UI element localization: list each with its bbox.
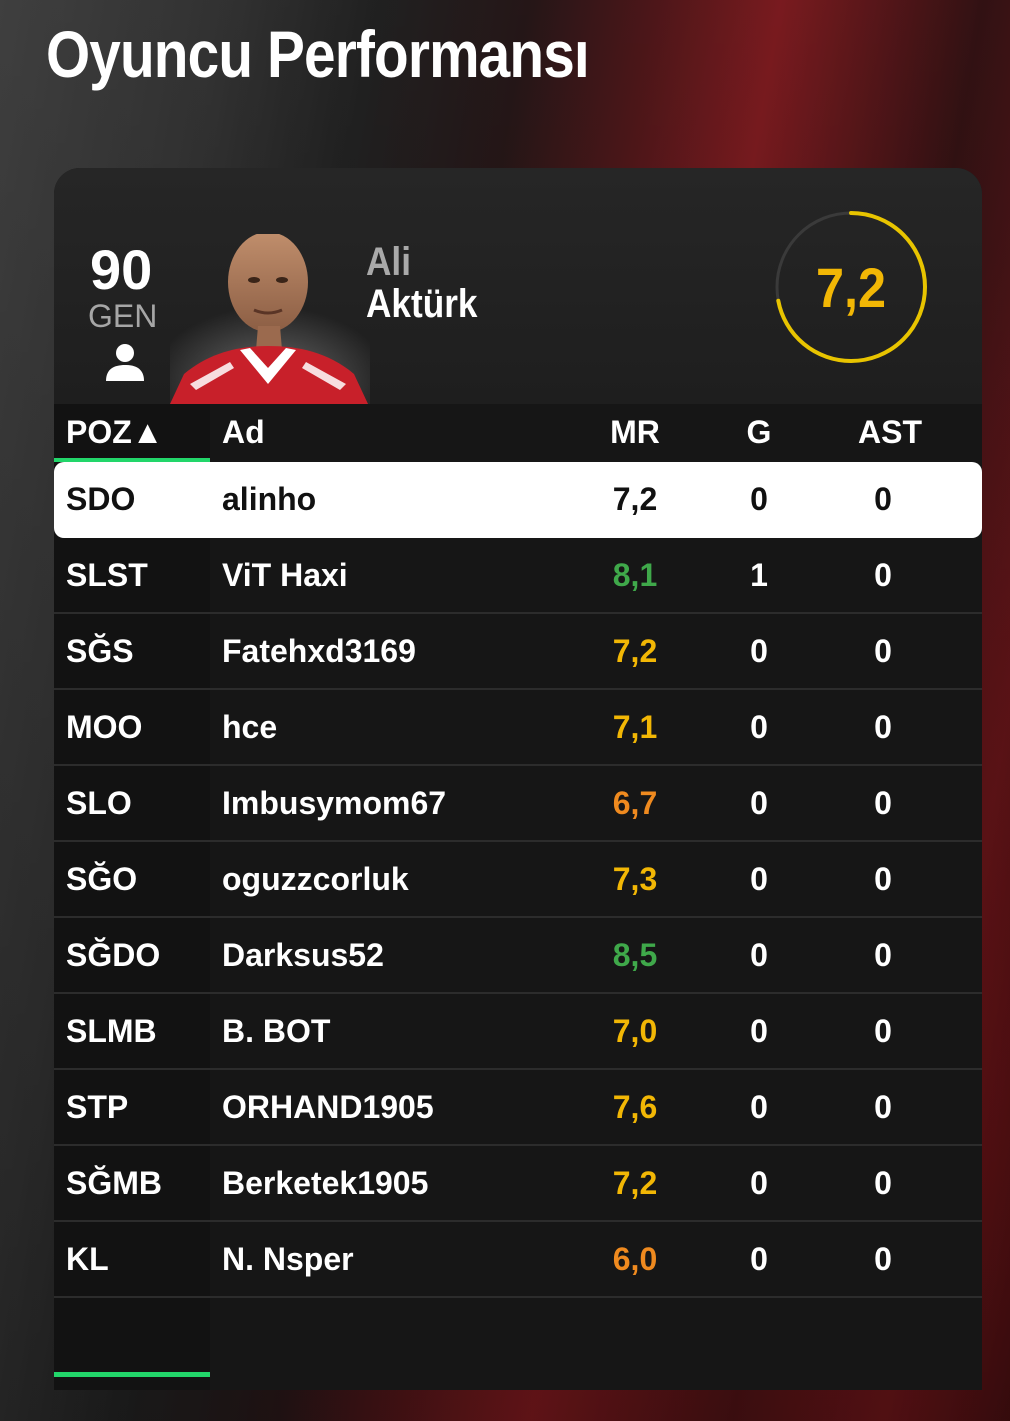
row-match-rating: 8,5 [612,937,658,973]
overall-label: GEN [88,298,158,334]
row-player-name: oguzzcorluk [222,861,409,897]
row-position: MOO [66,709,143,745]
row-match-rating: 7,6 [612,1089,658,1125]
row-goals: 0 [750,1089,768,1125]
row-match-rating: 7,2 [612,1165,658,1201]
row-position: SĞO [66,861,138,897]
row-assists: 0 [874,785,892,821]
row-goals: 0 [750,709,768,745]
row-match-rating: 6,0 [612,1241,658,1277]
row-match-rating: 7,3 [612,861,658,897]
player-list: SDO alinho 7,2 0 0 SLST ViT Haxi 8,1 1 0 SĞS Fatehx… [54,462,982,1298]
header-name[interactable]: Ad [222,414,265,451]
row-player-name: Darksus52 [222,937,384,973]
row-goals: 1 [750,557,768,593]
person-icon [106,344,144,381]
row-assists: 0 [874,937,892,973]
row-match-rating: 7,0 [612,1013,658,1049]
table-row[interactable]: SĞDO Darksus52 8,5 0 0 [54,918,982,994]
table-row[interactable]: SĞS Fatehxd3169 7,2 0 0 [54,614,982,690]
row-position: SLO [66,785,132,821]
table-row[interactable]: SLST ViT Haxi 8,1 1 0 [54,538,982,614]
table-row[interactable]: MOO hce 7,1 0 0 [54,690,982,766]
row-player-name: Imbusymom67 [222,785,447,821]
table-row[interactable]: SĞO oguzzcorluk 7,3 0 0 [54,842,982,918]
row-player-name: N. Nsper [222,1241,354,1277]
row-goals: 0 [750,1165,768,1201]
match-rating-value: 7,2 [815,255,887,319]
row-player-name: B. BOT [222,1013,331,1049]
header-goals[interactable]: G [734,414,784,451]
row-assists: 0 [874,1089,892,1125]
player-first-name: Ali [366,240,411,284]
performance-panel: 90 GEN Ali Aktürk 7,2 POZ▲ Ad MR G AST S… [54,168,982,1390]
row-player-name: Fatehxd3169 [222,633,416,669]
table-row[interactable]: SLO Imbusymom67 6,7 0 0 [54,766,982,842]
row-goals: 0 [750,861,768,897]
row-position: SLMB [66,1013,157,1049]
header-match-rating[interactable]: MR [594,414,676,451]
row-position: SĞS [66,633,134,669]
row-position: STP [66,1089,129,1125]
overall-rating: 90 [90,238,153,301]
row-player-name: alinho [222,481,317,517]
row-assists: 0 [874,709,892,745]
player-last-name: Aktürk [366,282,478,326]
table-row[interactable]: SDO alinho 7,2 0 0 [54,462,982,538]
table-row[interactable]: SĞMB Berketek1905 7,2 0 0 [54,1146,982,1222]
row-position: SĞDO [66,937,161,973]
row-match-rating: 6,7 [612,785,658,821]
row-position: SĞMB [66,1165,162,1201]
row-position: SLST [66,557,148,593]
row-match-rating: 7,1 [612,709,658,745]
row-assists: 0 [874,861,892,897]
row-player-name: ORHAND1905 [222,1089,434,1125]
row-position: SDO [66,481,136,517]
row-player-name: hce [222,709,278,745]
player-card[interactable]: 90 GEN Ali Aktürk 7,2 [54,168,982,404]
table-row[interactable]: STP ORHAND1905 7,6 0 0 [54,1070,982,1146]
page-title: Oyuncu Performansı [46,17,590,91]
table-header: POZ▲ Ad MR G AST [54,404,982,462]
row-goals: 0 [750,1241,768,1277]
row-assists: 0 [874,633,892,669]
scroll-indicator [54,1372,210,1377]
row-goals: 0 [750,1013,768,1049]
table-row[interactable]: KL N. Nsper 6,0 0 0 [54,1222,982,1298]
row-goals: 0 [750,481,768,517]
row-match-rating: 7,2 [612,481,658,517]
row-player-name: Berketek1905 [222,1165,429,1201]
row-assists: 0 [874,1165,892,1201]
row-position: KL [66,1241,109,1277]
row-assists: 0 [874,1013,892,1049]
row-goals: 0 [750,633,768,669]
row-assists: 0 [874,557,892,593]
row-goals: 0 [750,937,768,973]
header-assists[interactable]: AST [858,414,922,451]
table-row[interactable]: SLMB B. BOT 7,0 0 0 [54,994,982,1070]
player-portrait [170,234,370,404]
row-match-rating: 7,2 [612,633,658,669]
row-assists: 0 [874,1241,892,1277]
row-goals: 0 [750,785,768,821]
header-position[interactable]: POZ▲ [66,414,163,451]
row-assists: 0 [874,481,892,517]
row-player-name: ViT Haxi [222,557,348,593]
row-match-rating: 8,1 [612,557,658,593]
